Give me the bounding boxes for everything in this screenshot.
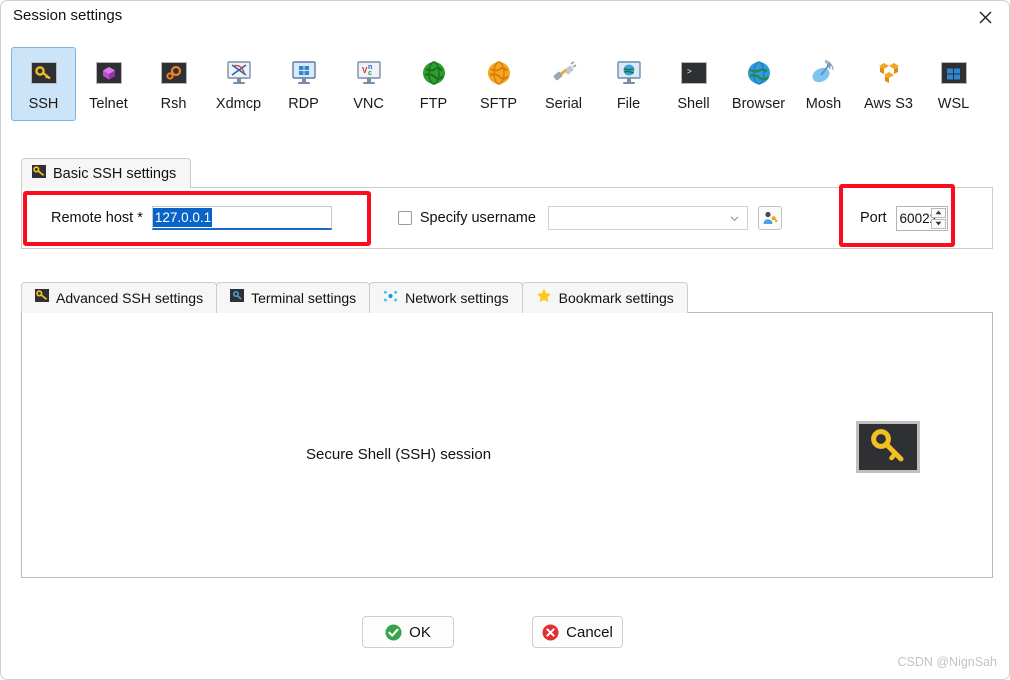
- orange-gear-icon: [158, 57, 190, 89]
- protocol-label: Browser: [731, 96, 786, 112]
- key-icon: [35, 289, 49, 307]
- session-description: Secure Shell (SSH) session: [306, 446, 492, 463]
- tab-bookmark-settings[interactable]: Bookmark settings: [521, 282, 688, 313]
- protocol-tab-telnet[interactable]: Telnet: [76, 47, 141, 121]
- tab-basic-ssh-settings[interactable]: Basic SSH settings: [21, 158, 192, 188]
- tab-terminal-settings[interactable]: Terminal settings: [216, 282, 371, 313]
- remote-host-value: 127.0.0.1: [152, 208, 213, 227]
- protocol-label: Mosh: [805, 96, 842, 112]
- port-stepper: [930, 207, 946, 229]
- tab-label: Advanced SSH settings: [56, 290, 204, 306]
- tab-label: Basic SSH settings: [53, 165, 177, 182]
- terminal-icon: >: [678, 57, 710, 89]
- port-label: Port: [859, 210, 887, 226]
- protocol-label: SSH: [28, 96, 59, 112]
- protocol-label: Telnet: [89, 96, 128, 112]
- protocol-tab-shell[interactable]: > Shell: [661, 47, 726, 121]
- watermark-text: CSDN @NignSah: [897, 655, 997, 669]
- user-key-icon: [763, 211, 778, 224]
- windows-logo-icon: [938, 57, 970, 89]
- blue-globe-icon: [743, 57, 775, 89]
- protocol-label: Serial: [544, 96, 583, 112]
- port-input[interactable]: 60022: [895, 205, 948, 231]
- protocol-tab-wsl[interactable]: WSL: [921, 47, 986, 121]
- protocol-tab-ftp[interactable]: FTP: [401, 47, 466, 121]
- green-globe-icon: [418, 57, 450, 89]
- cancel-button[interactable]: Cancel: [532, 616, 623, 648]
- session-settings-dialog: Session settings SSH Telnet Rsh Xdmcp RD…: [0, 0, 1010, 680]
- key-icon: [32, 164, 46, 183]
- close-icon: [979, 11, 991, 23]
- caret-down-icon: [935, 221, 941, 226]
- protocol-label: Xdmcp: [215, 96, 262, 112]
- protocol-label: FTP: [419, 96, 448, 112]
- protocol-label: VNC: [353, 96, 384, 112]
- title-bar: Session settings: [1, 1, 1009, 35]
- protocol-label: Rsh: [160, 96, 187, 112]
- caret-up-icon: [935, 210, 941, 215]
- satellite-dish-icon: [808, 57, 840, 89]
- basic-fields-row: Remote host * 127.0.0.1 Specify username: [22, 188, 992, 248]
- terminal-settings-icon: [230, 289, 245, 307]
- chevron-down-icon: [730, 215, 739, 221]
- svg-text:>: >: [687, 68, 692, 77]
- tab-network-settings[interactable]: Network settings: [369, 282, 523, 313]
- specify-username-checkbox[interactable]: [397, 211, 412, 225]
- protocol-tab-mosh[interactable]: Mosh: [791, 47, 856, 121]
- page-title: Session settings: [13, 7, 123, 24]
- protocol-tab-xdmcp[interactable]: Xdmcp: [206, 47, 271, 121]
- basic-ssh-settings-panel: Remote host * 127.0.0.1 Specify username: [21, 187, 993, 249]
- protocol-tab-rdp[interactable]: RDP: [271, 47, 336, 121]
- red-x-icon: [542, 624, 559, 640]
- user-key-button[interactable]: [757, 206, 782, 230]
- close-button[interactable]: [963, 2, 1007, 32]
- globe-monitor-icon: [613, 57, 645, 89]
- svg-text:c: c: [368, 70, 372, 77]
- protocol-tab-browser[interactable]: Browser: [726, 47, 791, 121]
- vnc-monitor-icon: V n c: [353, 57, 385, 89]
- protocol-label: WSL: [937, 96, 970, 112]
- purple-cube-icon: [93, 57, 125, 89]
- remote-host-input[interactable]: 127.0.0.1: [151, 206, 332, 230]
- protocol-tab-ssh[interactable]: SSH: [11, 47, 76, 121]
- protocol-tab-serial[interactable]: Serial: [531, 47, 596, 121]
- protocol-tab-rsh[interactable]: Rsh: [141, 47, 206, 121]
- ok-button-label: OK: [409, 623, 431, 641]
- key-icon: [28, 57, 60, 89]
- protocol-label: Aws S3: [864, 96, 913, 112]
- protocol-label: Shell: [677, 96, 710, 112]
- protocol-label: RDP: [288, 96, 319, 112]
- orange-globe-icon: [483, 57, 515, 89]
- tab-label: Network settings: [405, 290, 509, 306]
- protocol-toolbar: SSH Telnet Rsh Xdmcp RDP V n c VNC FTP S…: [11, 47, 996, 125]
- username-combobox[interactable]: [547, 206, 748, 230]
- port-increment-button[interactable]: [930, 207, 946, 218]
- remote-host-label: Remote host *: [51, 210, 143, 226]
- session-content-panel: Secure Shell (SSH) session: [21, 312, 993, 578]
- star-icon: [536, 288, 552, 308]
- network-nodes-icon: [383, 289, 398, 308]
- green-check-icon: [385, 624, 402, 640]
- key-icon: [856, 421, 920, 473]
- protocol-label: SFTP: [479, 96, 518, 112]
- tab-label: Terminal settings: [251, 290, 357, 306]
- tab-label: Bookmark settings: [558, 290, 674, 306]
- protocol-label: File: [616, 96, 641, 112]
- protocol-tab-file[interactable]: File: [596, 47, 661, 121]
- tab-advanced-ssh-settings[interactable]: Advanced SSH settings: [21, 282, 218, 313]
- ok-button[interactable]: OK: [362, 616, 454, 648]
- port-decrement-button[interactable]: [930, 218, 946, 229]
- cancel-button-label: Cancel: [566, 623, 613, 641]
- protocol-tab-vnc[interactable]: V n c VNC: [336, 47, 401, 121]
- x-monitor-icon: [223, 57, 255, 89]
- aws-cubes-icon: [873, 57, 905, 89]
- protocol-tab-sftp[interactable]: SFTP: [466, 47, 531, 121]
- plug-icon: [548, 57, 580, 89]
- settings-tab-bar: Advanced SSH settings Terminal settings: [21, 282, 688, 313]
- specify-username-label: Specify username: [419, 210, 536, 226]
- protocol-tab-aws-s3[interactable]: Aws S3: [856, 47, 921, 121]
- windows-monitor-icon: [288, 57, 320, 89]
